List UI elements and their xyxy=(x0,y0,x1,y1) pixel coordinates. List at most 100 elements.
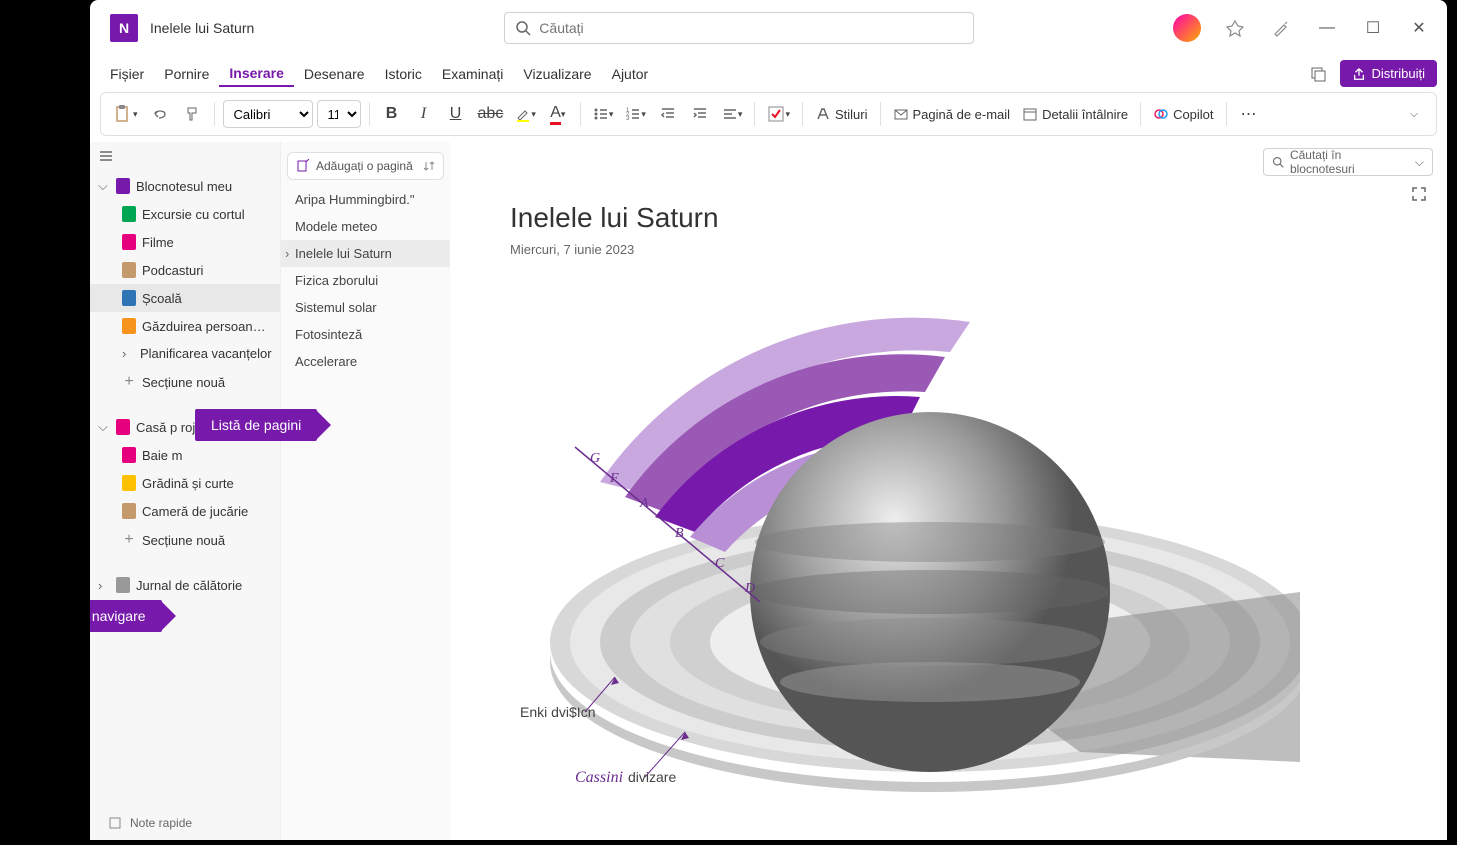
highlight-button[interactable]: ▾ xyxy=(511,98,540,130)
annotation-cassini-prefix: Cassini xyxy=(575,769,623,786)
search-icon xyxy=(1272,156,1284,168)
menu-file[interactable]: Fișier xyxy=(100,62,154,86)
copilot-button[interactable]: Copilot xyxy=(1149,98,1217,130)
section-filme[interactable]: Filme xyxy=(90,228,280,256)
menu-view[interactable]: Vizualizare xyxy=(513,62,601,86)
page-item-selected[interactable]: Inelele lui Saturn xyxy=(281,240,450,267)
menu-insert[interactable]: Inserare xyxy=(219,61,293,87)
plus-icon: + xyxy=(122,531,136,549)
copilot-label: Copilot xyxy=(1173,107,1213,122)
outdent-button[interactable] xyxy=(654,98,682,130)
share-button[interactable]: Distribuiți xyxy=(1340,60,1437,87)
quick-notes-button[interactable]: Note rapide xyxy=(108,816,192,830)
callout-page-list: Listă de pagini xyxy=(195,409,317,441)
menu-help[interactable]: Ajutor xyxy=(602,62,659,86)
section-label: Podcasturi xyxy=(142,263,203,278)
menu-history[interactable]: Istoric xyxy=(375,62,432,86)
section-podcasturi[interactable]: Podcasturi xyxy=(90,256,280,284)
page-item[interactable]: Fotosinteză xyxy=(281,321,450,348)
menubar: Fișier Pornire Inserare Desenare Istoric… xyxy=(90,56,1447,92)
plus-icon: + xyxy=(122,373,136,391)
bullet-list-button[interactable]: ▾ xyxy=(589,98,618,130)
annotation-cassini-word: divizare xyxy=(628,769,676,785)
sort-icon[interactable] xyxy=(423,160,435,172)
premium-icon[interactable] xyxy=(1215,8,1255,48)
paste-button[interactable]: ▾ xyxy=(109,98,142,130)
open-in-app-icon[interactable] xyxy=(1304,58,1332,90)
hamburger-icon[interactable] xyxy=(98,148,114,169)
page-title[interactable]: Inelele lui Saturn xyxy=(510,202,719,234)
document-title: Inelele lui Saturn xyxy=(150,20,254,36)
search-notebooks-label: Căutați în blocnotesuri xyxy=(1290,148,1409,176)
search-input[interactable] xyxy=(539,20,963,36)
menu-draw[interactable]: Desenare xyxy=(294,62,375,86)
meeting-details-button[interactable]: Detalii întâlnire xyxy=(1018,98,1132,130)
section-label: Baie m xyxy=(142,448,182,463)
share-icon xyxy=(1352,67,1366,81)
user-avatar[interactable] xyxy=(1173,14,1201,42)
page-item[interactable]: Fizica zborului xyxy=(281,267,450,294)
minimize-button[interactable]: — xyxy=(1307,8,1347,48)
email-page-label: Pagină de e-mail xyxy=(913,107,1011,122)
section-vacante[interactable]: ›Planificarea vacanțelor xyxy=(90,340,280,367)
notebook-jurnal[interactable]: › Jurnal de călătorie xyxy=(90,571,280,599)
page-item[interactable]: Modele meteo xyxy=(281,213,450,240)
number-list-button[interactable]: 123▾ xyxy=(621,98,650,130)
search-box[interactable] xyxy=(504,12,974,44)
new-section-2[interactable]: + Secțiune nouă xyxy=(90,525,280,555)
menu-review[interactable]: Examinați xyxy=(432,62,513,86)
add-page-icon xyxy=(296,159,310,173)
styles-button[interactable]: Stiluri xyxy=(811,98,872,130)
section-label: Planificarea vacanțelor xyxy=(140,346,272,361)
page-item[interactable]: Accelerare xyxy=(281,348,450,375)
annotation-enki: Enki dvi$Icn xyxy=(520,704,595,720)
section-label: Școală xyxy=(142,291,182,306)
bold-button[interactable]: B xyxy=(378,98,406,130)
section-camping[interactable]: Excursie cu cortul xyxy=(90,200,280,228)
font-size-select[interactable]: 11 xyxy=(317,100,361,128)
indent-button[interactable] xyxy=(686,98,714,130)
svg-text:3: 3 xyxy=(626,116,630,122)
section-icon xyxy=(122,475,136,491)
new-section-label: Secțiune nouă xyxy=(142,533,225,548)
ring-label-f: F xyxy=(609,471,619,486)
notebook-label: Jurnal de călătorie xyxy=(136,578,242,593)
tag-button[interactable]: ▾ xyxy=(763,98,794,130)
undo-button[interactable] xyxy=(146,98,174,130)
notebook-label: Blocnotesul meu xyxy=(136,179,232,194)
italic-button[interactable]: I xyxy=(410,98,438,130)
section-gradina[interactable]: Grădină și curte xyxy=(90,469,280,497)
section-icon xyxy=(122,318,136,334)
close-button[interactable]: ✕ xyxy=(1399,8,1439,48)
underline-button[interactable]: U xyxy=(442,98,470,130)
ring-label-d: D xyxy=(744,581,755,596)
email-page-button[interactable]: Pagină de e-mail xyxy=(889,98,1015,130)
new-section-1[interactable]: + Secțiune nouă xyxy=(90,367,280,397)
notebook-my-notebook[interactable]: ⌵ Blocnotesul meu xyxy=(90,172,280,200)
note-icon xyxy=(108,816,122,830)
page-item[interactable]: Aripa Hummingbird." xyxy=(281,186,450,213)
search-notebooks-box[interactable]: Căutați în blocnotesuri ⌵ xyxy=(1263,148,1433,176)
new-section-label: Secțiune nouă xyxy=(142,375,225,390)
sparkle-icon[interactable] xyxy=(1261,8,1301,48)
format-painter-button[interactable] xyxy=(178,98,206,130)
fullscreen-icon[interactable] xyxy=(1411,186,1427,207)
section-baie[interactable]: Baie m xyxy=(90,441,280,469)
chevron-down-icon: ⌵ xyxy=(98,178,110,194)
section-gazduire[interactable]: Găzduirea persoanelor xyxy=(90,312,280,340)
page-canvas[interactable]: Căutați în blocnotesuri ⌵ Inelele lui Sa… xyxy=(450,142,1447,840)
add-page-button[interactable]: Adăugați o pagină xyxy=(287,152,444,180)
ribbon-chevron-icon[interactable]: ⌵ xyxy=(1400,98,1428,130)
section-label: Găzduirea persoanelor xyxy=(142,319,272,334)
font-color-button[interactable]: A▾ xyxy=(544,98,572,130)
section-jucarie[interactable]: Cameră de jucărie xyxy=(90,497,280,525)
strike-button[interactable]: abc xyxy=(474,98,508,130)
page-item[interactable]: Sistemul solar xyxy=(281,294,450,321)
ring-label-c: C xyxy=(715,556,725,571)
menu-home[interactable]: Pornire xyxy=(154,62,219,86)
font-name-select[interactable]: Calibri xyxy=(223,100,313,128)
section-scoala[interactable]: Școală xyxy=(90,284,280,312)
align-button[interactable]: ▾ xyxy=(718,98,747,130)
more-button[interactable]: ⋯ xyxy=(1235,98,1263,130)
maximize-button[interactable]: ☐ xyxy=(1353,8,1393,48)
